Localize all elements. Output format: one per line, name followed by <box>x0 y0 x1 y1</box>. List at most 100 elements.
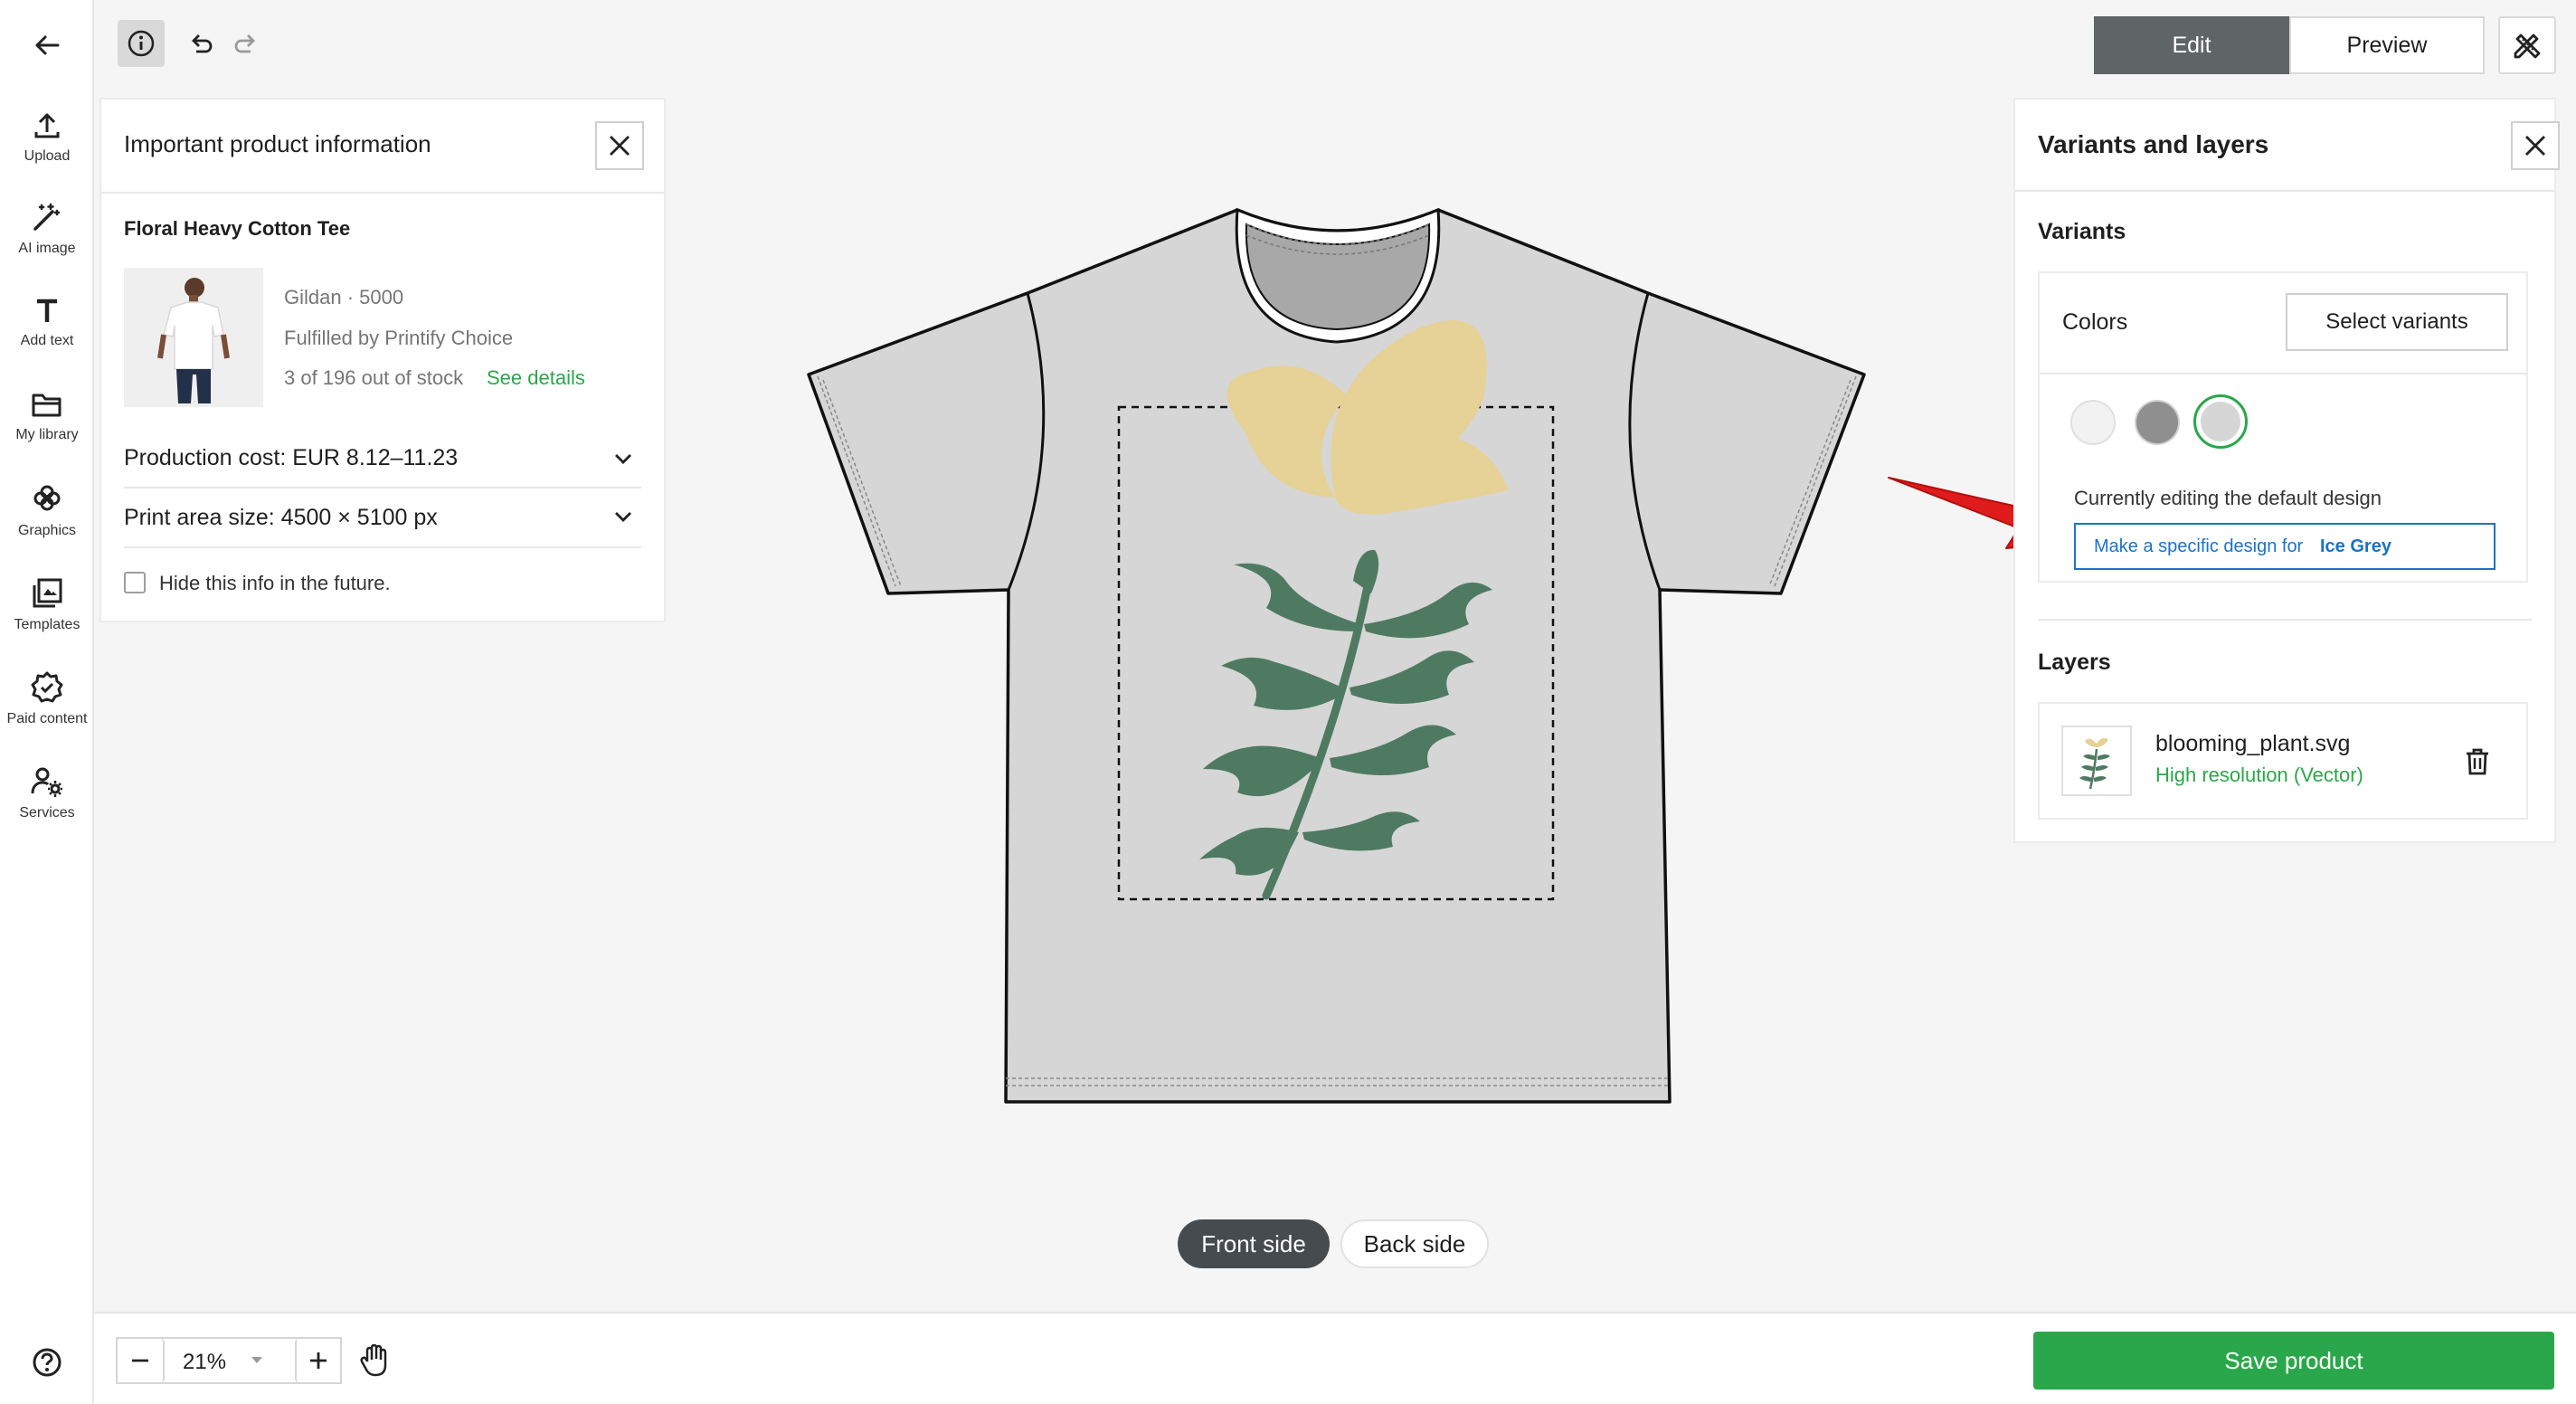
tshirt-body <box>807 208 1866 1104</box>
left-toolbar: Upload AI image Add text My library Grap… <box>0 0 94 1404</box>
print-area-row[interactable]: Print area size: 4500 × 5100 px <box>101 489 664 546</box>
tool-ai-image[interactable]: AI image <box>0 201 94 257</box>
print-area-text: Print area size: 4500 × 5100 px <box>124 505 438 530</box>
divider <box>2040 373 2526 375</box>
tool-label: My library <box>15 427 79 442</box>
fulfillment-text: Fulfilled by Printify Choice <box>284 327 514 349</box>
top-bar: Edit Preview <box>94 0 2576 90</box>
trash-icon <box>2467 748 2488 775</box>
tool-services[interactable]: Services <box>0 765 94 821</box>
redo-button[interactable] <box>226 24 266 63</box>
divider <box>101 192 664 194</box>
product-thumbnail <box>124 268 263 407</box>
pan-tool-button[interactable] <box>353 1339 396 1382</box>
tool-label: Upload <box>24 148 71 164</box>
panel-title: Important product information <box>124 130 431 157</box>
back-side-button[interactable]: Back side <box>1340 1219 1489 1268</box>
swatch-white[interactable] <box>2070 400 2116 445</box>
variants-heading: Variants <box>2038 219 2126 244</box>
production-cost-text: Production cost: EUR 8.12–11.23 <box>124 445 459 470</box>
front-side-button[interactable]: Front side <box>1178 1219 1330 1268</box>
tool-my-library[interactable]: My library <box>0 391 94 443</box>
delete-layer-button[interactable] <box>2459 744 2496 780</box>
chevron-down-icon <box>615 512 631 522</box>
preview-mode-button[interactable]: Preview <box>2289 16 2485 74</box>
tshirt-mockup <box>807 207 1866 1104</box>
undo-icon <box>192 34 213 53</box>
tool-upload[interactable]: Upload <box>0 110 94 165</box>
tool-label: Paid content <box>6 711 88 726</box>
close-variants-panel-button[interactable] <box>2511 121 2560 170</box>
text-icon <box>37 299 57 322</box>
tool-label: Templates <box>14 617 80 632</box>
editing-note: Currently editing the default design <box>2074 487 2382 509</box>
templates-icon <box>33 578 62 608</box>
upload-icon <box>34 113 60 138</box>
divider <box>124 546 641 548</box>
tool-graphics[interactable]: Graphics <box>0 483 94 539</box>
magic-wand-icon <box>33 203 61 231</box>
help-button[interactable] <box>27 1342 67 1382</box>
layers-heading: Layers <box>2038 650 2111 675</box>
bottom-bar: 21% Save product <box>94 1312 2576 1404</box>
tool-label: Add text <box>20 333 74 348</box>
layer-thumbnail <box>2061 726 2132 796</box>
panel-title: Variants and layers <box>2038 130 2269 158</box>
back-button[interactable] <box>27 25 67 65</box>
make-specific-design-button[interactable]: Make a specific design for Ice Grey <box>2074 523 2496 570</box>
tool-paid-content[interactable]: Paid content <box>0 671 94 727</box>
zoom-select[interactable]: 21% <box>165 1339 295 1382</box>
make-specific-prefix: Make a specific design for <box>2094 536 2304 556</box>
close-icon <box>2525 136 2545 156</box>
colors-label: Colors <box>2062 309 2128 335</box>
arrow-left-icon <box>35 35 60 55</box>
zoom-in-button[interactable] <box>295 1339 340 1382</box>
edit-mode-button[interactable]: Edit <box>2094 16 2289 74</box>
layer-resolution: High resolution (Vector) <box>2155 764 2363 786</box>
services-icon <box>31 767 62 797</box>
minus-icon <box>132 1359 148 1362</box>
close-icon <box>610 136 630 156</box>
zoom-control: 21% <box>116 1337 342 1384</box>
chevron-down-icon <box>615 454 631 464</box>
divider <box>2015 190 2554 192</box>
product-info-panel: Important product information Floral Hea… <box>99 98 666 622</box>
see-details-link[interactable]: See details <box>487 366 585 390</box>
model-photo-image <box>157 278 230 403</box>
redo-icon <box>234 34 255 53</box>
plus-icon <box>310 1352 327 1369</box>
layer-name: blooming_plant.svg <box>2155 731 2351 756</box>
info-icon <box>128 30 155 57</box>
swatch-ice-grey-selected[interactable] <box>2193 394 2248 449</box>
select-variants-button[interactable]: Select variants <box>2286 293 2508 351</box>
zoom-value: 21% <box>183 1350 227 1374</box>
colors-card: Colors Select variants Currently editing… <box>2038 271 2528 583</box>
hand-icon <box>360 1343 387 1377</box>
help-icon <box>33 1348 62 1377</box>
tool-label: Services <box>19 805 75 821</box>
pencil-ruler-icon <box>2514 33 2541 59</box>
info-button[interactable] <box>118 20 165 67</box>
product-brand: Gildan · 5000 <box>284 286 404 308</box>
production-cost-row[interactable]: Production cost: EUR 8.12–11.23 <box>101 429 664 487</box>
design-tools-button[interactable] <box>2498 16 2556 74</box>
tool-add-text[interactable]: Add text <box>0 297 94 349</box>
undo-button[interactable] <box>181 24 221 63</box>
tool-label: Graphics <box>17 523 77 538</box>
divider <box>2038 619 2532 621</box>
flower-icon <box>33 485 61 511</box>
tool-label: AI image <box>18 241 76 256</box>
make-specific-color: Ice Grey <box>2320 536 2391 556</box>
badge-check-icon <box>31 671 63 703</box>
hide-info-label: Hide this info in the future. <box>159 572 391 594</box>
swatch-heather-grey[interactable] <box>2135 400 2180 445</box>
variants-layers-panel: Variants and layers Variants Colors Sele… <box>2013 98 2560 843</box>
hide-info-checkbox[interactable] <box>124 572 146 593</box>
layer-item[interactable]: blooming_plant.svg High resolution (Vect… <box>2038 702 2528 820</box>
folder-icon <box>32 394 62 417</box>
zoom-out-button[interactable] <box>118 1339 165 1382</box>
save-product-button[interactable]: Save product <box>2033 1332 2554 1390</box>
close-info-panel-button[interactable] <box>595 121 644 170</box>
tool-templates[interactable]: Templates <box>0 577 94 633</box>
product-name: Floral Heavy Cotton Tee <box>124 217 351 240</box>
